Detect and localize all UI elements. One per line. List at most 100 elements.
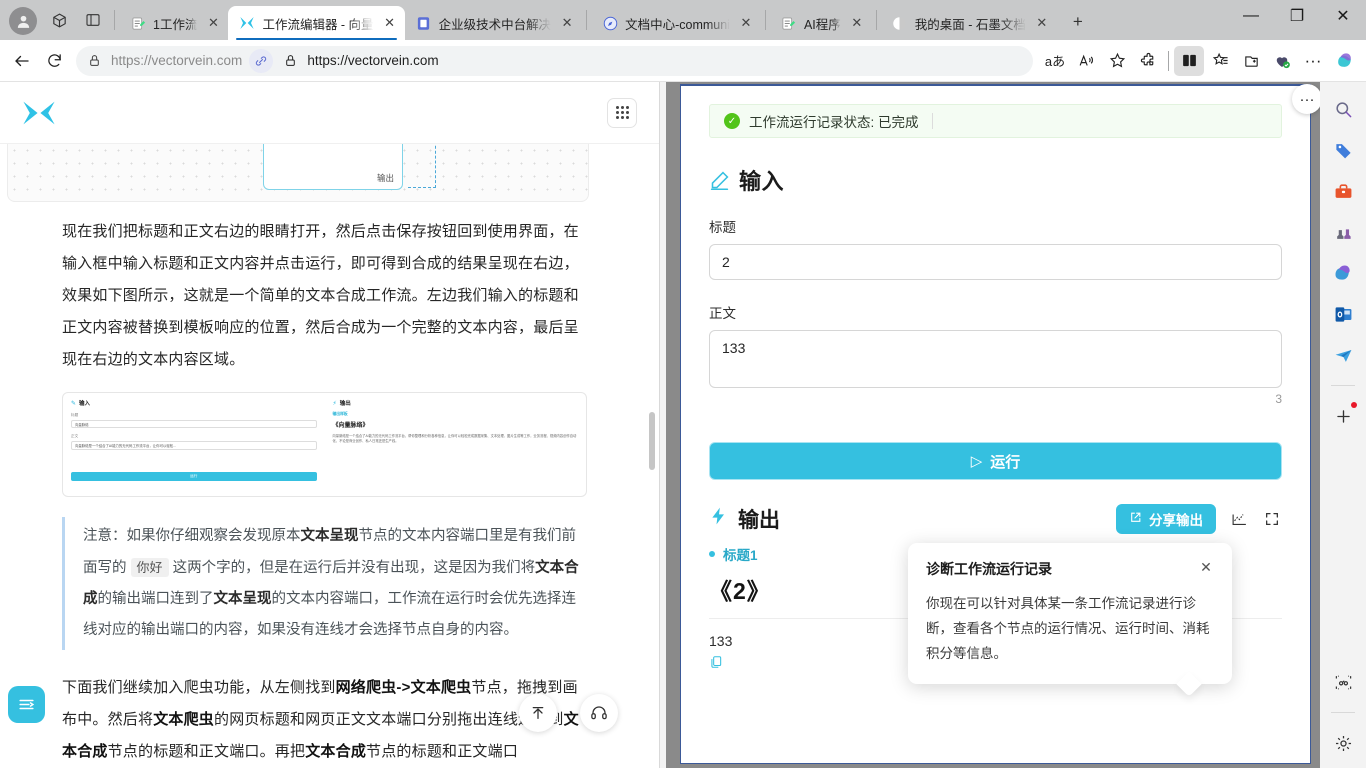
favorite-star-icon[interactable] xyxy=(1102,46,1132,76)
status-text: 工作流运行记录状态: 已完成 xyxy=(749,115,919,130)
screenshot-output-title: ⚡ 输出 xyxy=(332,400,351,408)
para2-bold-2: 文本爬虫 xyxy=(153,711,215,728)
split-screen-button[interactable] xyxy=(1174,45,1204,76)
tab-title: 我的桌面 - 石墨文档 xyxy=(914,17,1026,32)
output-section-header: 输出 分享输出 xyxy=(709,504,1282,534)
workflow-canvas-preview: 输出 xyxy=(7,144,589,202)
favorites-list-icon[interactable] xyxy=(1205,46,1235,76)
minimize-button[interactable]: — xyxy=(1228,0,1274,32)
tab-actions-icon[interactable] xyxy=(76,3,110,37)
settings-gear-icon[interactable] xyxy=(1328,728,1358,758)
headphones-support-icon[interactable] xyxy=(580,694,618,732)
tab-title: 文档中心-communi xyxy=(625,17,730,32)
body-textarea[interactable]: 133 xyxy=(709,330,1282,388)
external-link-icon xyxy=(1129,511,1142,527)
tab-close-button[interactable]: ✕ xyxy=(1033,14,1051,32)
address-bar[interactable]: https://vectorvein.com https://vectorvei… xyxy=(76,45,1033,76)
copilot-icon[interactable] xyxy=(1328,258,1358,288)
status-badge: ✓ 工作流运行记录状态: 已完成 xyxy=(709,104,1282,138)
back-icon[interactable] xyxy=(7,46,37,76)
tab-close-button[interactable]: ✕ xyxy=(848,14,866,32)
diagnose-chart-icon[interactable] xyxy=(1229,509,1249,529)
copilot-icon[interactable] xyxy=(1329,46,1359,76)
split-screen-indicator-icon[interactable] xyxy=(249,48,274,73)
shopping-icon[interactable] xyxy=(1267,46,1297,76)
browser-tab-3[interactable]: 企业级技术中台解决 ✕ xyxy=(405,6,583,40)
profile-avatar[interactable] xyxy=(9,7,37,35)
tab-divider xyxy=(764,10,766,30)
run-button[interactable]: ▷ 运行 xyxy=(709,442,1282,480)
diagnose-tooltip: 诊断工作流运行记录 ✕ 你现在可以针对具体某一条工作流记录进行诊断，查看各个节点… xyxy=(908,543,1232,684)
split-more-icon[interactable]: ··· xyxy=(1292,84,1322,114)
apps-grid-icon[interactable] xyxy=(607,97,637,128)
tab-title: 1工作流 xyxy=(153,17,198,32)
games-icon[interactable] xyxy=(1328,217,1358,247)
more-options-icon[interactable]: ··· xyxy=(1298,46,1328,76)
add-collection-icon[interactable] xyxy=(1236,46,1266,76)
sidebar-toggle-icon[interactable] xyxy=(8,686,45,723)
close-window-button[interactable]: ✕ xyxy=(1320,0,1366,32)
screenshot-body-value: 向量脉络是一个结合了AI能力的无代码工作流平台，让你可以轻松... xyxy=(71,441,317,450)
output-section-title: 输出 xyxy=(738,509,780,532)
screenshot-icon[interactable] xyxy=(1328,667,1358,697)
translate-icon[interactable]: aあ xyxy=(1040,46,1070,76)
screenshot-bullet: 输出样板 xyxy=(332,412,348,416)
browser-tab-6[interactable]: 我的桌面 - 石墨文档 ✕ xyxy=(881,6,1057,40)
field-title-group: 标题 2 xyxy=(709,216,1282,280)
read-aloud-icon[interactable] xyxy=(1071,46,1101,76)
tab-close-button[interactable]: ✕ xyxy=(558,14,576,32)
node-output-port-label: 输出 xyxy=(376,173,394,183)
moon-icon xyxy=(892,15,908,31)
screenshot-input-side: ✎ 输入 标题 向量脉络 正文 向量脉络是一个结合了AI能力的无代码工作流平台，让… xyxy=(63,393,325,496)
workspaces-icon[interactable] xyxy=(42,3,76,37)
output-actions: 分享输出 xyxy=(1116,504,1282,534)
window-controls: — ❐ ✕ xyxy=(1228,0,1366,40)
browser-tab-2-active[interactable]: 工作流编辑器 - 向量 ✕ xyxy=(228,6,405,40)
paragraph-1-text: 现在我们把标题和正文右边的眼睛打开，然后点击保存按钮回到使用界面，在输入框中输入… xyxy=(62,223,579,368)
tab-close-button[interactable]: ✕ xyxy=(204,14,222,32)
maximize-button[interactable]: ❐ xyxy=(1274,0,1320,32)
screenshot-title-label: 标题 xyxy=(71,413,79,417)
screenshot-run-button: 运行 xyxy=(71,472,317,481)
sheets-icon xyxy=(781,15,797,31)
paragraph-2: 下面我们继续加入爬虫功能，从左侧找到网络爬虫->文本爬虫节点，拖拽到画布中。然后… xyxy=(0,650,659,768)
tab-close-button[interactable]: ✕ xyxy=(737,14,755,32)
vectorvein-x-icon xyxy=(239,15,255,31)
para2-seg-5: 节点的标题和正文端口 xyxy=(366,743,519,760)
add-tool-icon[interactable] xyxy=(1328,401,1358,431)
lock-icon xyxy=(84,51,104,71)
telegram-plane-icon[interactable] xyxy=(1328,340,1358,370)
screenshot-body-text: 向量脉络是一个结合了AI能力的无代码工作流平台，帮你整理和分析各种信息，让你可以… xyxy=(332,434,577,443)
title-input[interactable]: 2 xyxy=(709,244,1282,280)
para2-seg-4: 节点的标题和正文端口。再把 xyxy=(107,743,306,760)
extensions-icon[interactable] xyxy=(1133,46,1163,76)
edit-pencil-icon xyxy=(709,170,730,191)
run-button-label: 运行 xyxy=(990,453,1021,471)
url-primary: https://vectorvein.com xyxy=(307,53,439,68)
para2-seg-3: 的网页标题和网页正文文本端口分别拖出连线连接到 xyxy=(214,711,564,728)
scroll-to-top-icon[interactable] xyxy=(519,694,557,732)
tooltip-title: 诊断工作流运行记录 xyxy=(926,561,1052,577)
search-icon[interactable] xyxy=(1328,94,1358,124)
reload-icon[interactable] xyxy=(39,46,69,76)
tooltip-close-icon[interactable]: ✕ xyxy=(1198,559,1214,575)
browser-tab-4[interactable]: 文档中心-communi ✕ xyxy=(591,6,761,40)
left-pane-scrollbar[interactable] xyxy=(649,412,655,470)
share-output-label: 分享输出 xyxy=(1149,513,1203,528)
tab-close-button[interactable]: ✕ xyxy=(381,14,399,32)
lock-icon-2 xyxy=(280,51,300,71)
browser-tab-5[interactable]: AI程序 ✕ xyxy=(770,6,872,40)
input-section-header: 输入 xyxy=(709,164,1282,196)
split-view-card: ✓ 工作流运行记录状态: 已完成 输入 标题 2 正文 133 3 ▷ 运行 输… xyxy=(680,84,1311,764)
workflow-node: 输出 xyxy=(263,144,403,190)
character-counter: 3 xyxy=(1275,392,1282,406)
vectorvein-x-logo[interactable] xyxy=(22,96,56,130)
browser-tab-1[interactable]: 1工作流 ✕ xyxy=(119,6,228,40)
share-output-button[interactable]: 分享输出 xyxy=(1116,504,1216,534)
compass-icon xyxy=(602,15,618,31)
outlook-icon[interactable] xyxy=(1328,299,1358,329)
shopping-tag-icon[interactable] xyxy=(1328,135,1358,165)
toolbox-icon[interactable] xyxy=(1328,176,1358,206)
new-tab-button[interactable]: + xyxy=(1063,8,1093,36)
fullscreen-icon[interactable] xyxy=(1262,509,1282,529)
